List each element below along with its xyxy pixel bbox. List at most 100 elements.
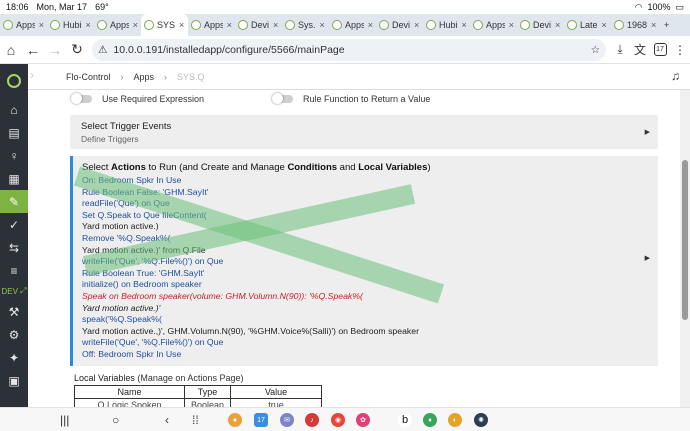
tab-label: Devi — [533, 20, 552, 30]
sidebar: ⌂ ▤ ♀ ▦ ✎ ✓ ⇆ ≡ DEV ⤢ ⚒ ⚙ ✦ ▣ — [0, 64, 28, 407]
select-trigger-events-button[interactable]: Select Trigger Events Define Triggers ▶ — [70, 115, 658, 149]
weather-icon[interactable]: ✺ — [474, 413, 488, 427]
trigger-subtitle: Define Triggers — [81, 134, 139, 144]
browser-tab[interactable]: SYS × — [141, 14, 188, 36]
required-expression-toggle[interactable]: Use Required Expression — [71, 93, 204, 104]
action-line: Rule Boolean False: 'GHM.SayIt' — [82, 186, 209, 197]
sidebar-settings-icon[interactable]: ⚙ — [0, 323, 28, 346]
toggle-switch[interactable] — [272, 93, 293, 104]
back-chevron-icon[interactable]: ‹ — [165, 413, 169, 427]
home-icon[interactable]: ⌂ — [0, 39, 22, 61]
breadcrumb-section[interactable]: Apps — [134, 72, 155, 82]
sidebar-dashboard-icon[interactable]: ⌂ — [0, 98, 28, 121]
browser-tab[interactable]: Apps × — [0, 14, 47, 36]
sidebar-devices-icon[interactable]: ▤ — [0, 121, 28, 144]
sidebar-logs-icon[interactable]: ≡ — [0, 259, 28, 282]
tab-close-icon[interactable]: × — [602, 20, 607, 30]
toggle-switch[interactable] — [71, 93, 92, 104]
tab-switcher-button[interactable]: 17 — [650, 40, 670, 60]
calendar-icon[interactable]: 17 — [254, 413, 268, 427]
actions-heading: Select Actions to Run (and Create and Ma… — [82, 162, 431, 173]
chrome-icon[interactable]: ● — [228, 413, 242, 427]
browser-tab[interactable]: Apps × — [188, 14, 235, 36]
translate-icon[interactable]: 文 — [630, 40, 650, 60]
sidebar-check-icon[interactable]: ✓ — [0, 213, 28, 236]
new-tab-button[interactable]: + — [661, 14, 681, 36]
action-line: readFile('Que') on Que — [82, 198, 170, 209]
photos-icon[interactable]: ✿ — [356, 413, 370, 427]
sidebar-apps-icon[interactable]: ▦ — [0, 167, 28, 190]
tab-label: Apps — [110, 20, 129, 30]
action-line: writeFile('Que', '%Q.File%()') on Que — [82, 337, 224, 348]
tab-close-icon[interactable]: × — [509, 20, 514, 30]
menu-icon[interactable]: ⋮ — [670, 40, 690, 60]
rule-function-toggle[interactable]: Rule Function to Return a Value — [272, 93, 430, 104]
breadcrumb-root[interactable]: Flo-Control — [66, 72, 111, 82]
expand-chevron-icon[interactable]: › — [30, 68, 34, 82]
sidebar-lightbulb-icon[interactable]: ♀ — [0, 144, 28, 167]
browser-tab[interactable]: Devi × — [235, 14, 282, 36]
action-line: Yard motion active.,)', GHM.Volumn.N(90)… — [82, 325, 419, 336]
browser-tab[interactable]: Hubi × — [423, 14, 470, 36]
sidebar-file-icon[interactable]: ▣ — [0, 369, 28, 392]
app-drawer-icon[interactable]: ⁞⁞ — [192, 413, 199, 427]
browser-tab[interactable]: Apps × — [94, 14, 141, 36]
status-date: Mon, Mar 17 — [36, 2, 88, 12]
sidebar-dev-label[interactable]: DEV ⤢ — [0, 282, 28, 300]
toggle-row: Use Required Expression Rule Function to… — [71, 93, 672, 108]
tab-close-icon[interactable]: × — [227, 20, 232, 30]
home-circle-icon[interactable]: ○ — [112, 413, 119, 427]
sidebar-hub-icon[interactable]: ✦ — [0, 346, 28, 369]
sidebar-integrations-icon[interactable]: ⇆ — [0, 236, 28, 259]
tab-label: 1968 — [627, 20, 648, 30]
tab-close-icon[interactable]: × — [555, 20, 560, 30]
url-field[interactable]: ⚠ 10.0.0.191/installedapp/configure/5566… — [92, 38, 606, 61]
browser-tab[interactable]: Sys. × — [282, 14, 329, 36]
browser-tab[interactable]: Hubi × — [47, 14, 94, 36]
tab-close-icon[interactable]: × — [133, 20, 138, 30]
hubitat-logo[interactable] — [0, 64, 28, 98]
tab-favicon-icon — [191, 20, 201, 30]
tab-close-icon[interactable]: × — [414, 20, 419, 30]
browser-tab[interactable]: Devi × — [517, 14, 564, 36]
browser-tab[interactable]: Apps × — [470, 14, 517, 36]
table-cell: true — [230, 398, 322, 407]
maps-icon[interactable]: ♦ — [423, 413, 437, 427]
browser-tab[interactable]: Late × — [564, 14, 611, 36]
back-icon[interactable]: ← — [22, 39, 44, 61]
download-icon[interactable]: ⤓ — [610, 40, 630, 60]
tab-close-icon[interactable]: × — [320, 20, 325, 30]
messages-icon[interactable]: ✉ — [280, 413, 294, 427]
recents-icon[interactable]: ||| — [60, 413, 69, 427]
tab-favicon-icon — [285, 20, 295, 30]
select-actions-button[interactable]: Select Actions to Run (and Create and Ma… — [70, 156, 658, 366]
camera-icon[interactable]: ◉ — [331, 413, 345, 427]
tab-close-icon[interactable]: × — [179, 20, 184, 30]
tab-close-icon[interactable]: × — [39, 20, 44, 30]
bixby-icon[interactable]: b — [398, 413, 412, 427]
bookmark-star-icon[interactable]: ☆ — [591, 44, 600, 56]
forward-icon[interactable]: → — [44, 39, 66, 61]
notification-bell-icon[interactable]: ♫ — [671, 69, 680, 83]
browser-tab[interactable]: 1968 × — [611, 14, 661, 36]
sidebar-automation-icon[interactable]: ✎ — [0, 190, 28, 213]
site-info-icon[interactable]: ⚠ — [98, 44, 107, 56]
tab-close-icon[interactable]: × — [86, 20, 91, 30]
tab-close-icon[interactable]: × — [273, 20, 278, 30]
table-cell: Q.Logic.Spoken — [74, 398, 185, 407]
screen: 18:06 Mon, Mar 17 69° ◠ 100% ▭ Apps × Hubi… — [0, 0, 690, 431]
tab-close-icon[interactable]: × — [651, 20, 656, 30]
tab-label: Apps — [345, 20, 364, 30]
reload-icon[interactable]: ↻ — [66, 39, 88, 61]
browser-tab[interactable]: Apps × — [329, 14, 376, 36]
sidebar-code-icon[interactable]: ⚒ — [0, 300, 28, 323]
url-text: 10.0.0.191/installedapp/configure/5566/m… — [113, 43, 345, 56]
tab-close-icon[interactable]: × — [462, 20, 467, 30]
assistant-icon[interactable]: ◐ — [448, 413, 462, 427]
scrollbar-thumb[interactable] — [682, 160, 688, 320]
music-icon[interactable]: ♪ — [305, 413, 319, 427]
table-row: Q.Logic.Spoken Boolean true — [74, 398, 322, 407]
tab-close-icon[interactable]: × — [368, 20, 373, 30]
browser-tab[interactable]: Devi × — [376, 14, 423, 36]
battery-text: 100% — [647, 2, 671, 12]
